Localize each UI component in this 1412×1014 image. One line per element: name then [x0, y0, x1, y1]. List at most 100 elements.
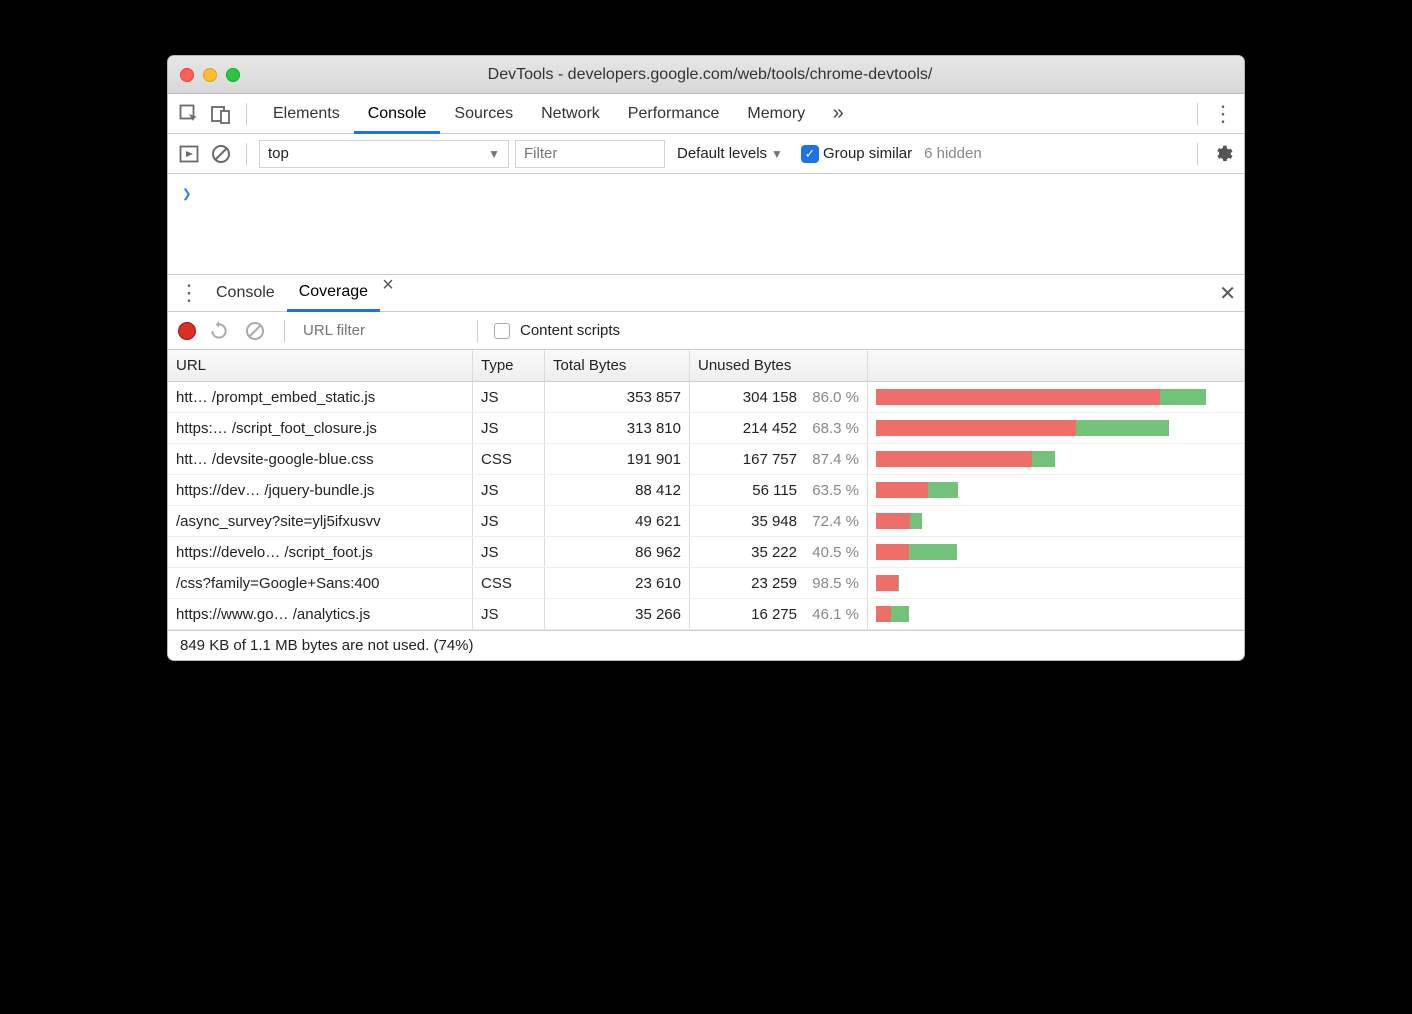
cell-url: /async_survey?site=ylj5ifxusvv — [168, 506, 473, 536]
divider — [1197, 143, 1198, 165]
prompt-icon: ❯ — [182, 184, 192, 203]
divider — [1197, 103, 1198, 125]
cell-url: /css?family=Google+Sans:400 — [168, 568, 473, 598]
content-scripts-checkbox[interactable] — [494, 323, 510, 339]
cell-total: 88 412 — [545, 475, 690, 505]
cell-type: JS — [473, 382, 545, 412]
table-row[interactable]: htt… /prompt_embed_static.jsJS353 857304… — [168, 382, 1244, 413]
reload-icon[interactable] — [206, 318, 232, 344]
coverage-table-header: URL Type Total Bytes Unused Bytes — [168, 350, 1244, 382]
content-scripts-label: Content scripts — [520, 322, 620, 339]
console-filter-input[interactable] — [515, 140, 665, 168]
drawer-tab-coverage[interactable]: Coverage — [287, 274, 380, 312]
clear-console-icon[interactable] — [208, 141, 234, 167]
devtools-window: DevTools - developers.google.com/web/too… — [167, 55, 1245, 661]
tab-console[interactable]: Console — [354, 94, 441, 134]
cell-url: https://dev… /jquery-bundle.js — [168, 475, 473, 505]
cell-total: 191 901 — [545, 444, 690, 474]
close-tab-icon[interactable]: × — [376, 274, 400, 312]
table-row[interactable]: htt… /devsite-google-blue.cssCSS191 9011… — [168, 444, 1244, 475]
table-row[interactable]: https:… /script_foot_closure.jsJS313 810… — [168, 413, 1244, 444]
divider — [246, 143, 247, 165]
column-header-unused[interactable]: Unused Bytes — [690, 350, 868, 381]
checkbox-checked-icon: ✓ — [801, 145, 819, 163]
toggle-device-icon[interactable] — [208, 101, 234, 127]
coverage-summary: 849 KB of 1.1 MB bytes are not used. (74… — [168, 630, 1244, 660]
cell-unused: 167 75787.4 % — [690, 444, 868, 474]
cell-unused: 35 22240.5 % — [690, 537, 868, 567]
cell-unused: 304 15886.0 % — [690, 382, 868, 412]
cell-bar — [868, 599, 1244, 629]
column-header-total[interactable]: Total Bytes — [545, 350, 690, 381]
console-settings-icon[interactable] — [1210, 141, 1236, 167]
cell-total: 35 266 — [545, 599, 690, 629]
divider — [246, 103, 247, 125]
cell-type: JS — [473, 537, 545, 567]
console-toolbar: top ▼ Default levels ▼ ✓ Group similar 6… — [168, 134, 1244, 174]
cell-unused: 214 45268.3 % — [690, 413, 868, 443]
divider — [284, 320, 285, 342]
divider — [477, 320, 478, 342]
cell-url: htt… /prompt_embed_static.js — [168, 382, 473, 412]
tab-network[interactable]: Network — [527, 94, 614, 134]
chevron-down-icon: ▼ — [771, 147, 783, 161]
cell-url: https://www.go… /analytics.js — [168, 599, 473, 629]
more-options-icon[interactable]: ⋮ — [1210, 101, 1236, 127]
coverage-table-body: htt… /prompt_embed_static.jsJS353 857304… — [168, 382, 1244, 630]
clear-coverage-icon[interactable] — [242, 318, 268, 344]
table-row[interactable]: https://develo… /script_foot.jsJS86 9623… — [168, 537, 1244, 568]
tabs-overflow-button[interactable]: » — [825, 101, 851, 127]
group-similar-toggle[interactable]: ✓ Group similar — [795, 145, 918, 163]
cell-url: https://develo… /script_foot.js — [168, 537, 473, 567]
cell-bar — [868, 537, 1244, 567]
tab-memory[interactable]: Memory — [733, 94, 819, 134]
cell-url: https:… /script_foot_closure.js — [168, 413, 473, 443]
hidden-count[interactable]: 6 hidden — [924, 145, 982, 162]
cell-type: JS — [473, 475, 545, 505]
table-row[interactable]: /async_survey?site=ylj5ifxusvvJS49 62135… — [168, 506, 1244, 537]
inspect-element-icon[interactable] — [176, 101, 202, 127]
chevron-down-icon: ▼ — [488, 147, 500, 161]
cell-type: JS — [473, 413, 545, 443]
column-header-url[interactable]: URL — [168, 350, 473, 381]
cell-total: 353 857 — [545, 382, 690, 412]
cell-unused: 35 94872.4 % — [690, 506, 868, 536]
cell-bar — [868, 413, 1244, 443]
log-levels-selector[interactable]: Default levels ▼ — [671, 145, 789, 162]
cell-url: htt… /devsite-google-blue.css — [168, 444, 473, 474]
coverage-toolbar: Content scripts — [168, 312, 1244, 350]
cell-unused: 56 11563.5 % — [690, 475, 868, 505]
cell-bar — [868, 444, 1244, 474]
table-row[interactable]: https://dev… /jquery-bundle.jsJS88 41256… — [168, 475, 1244, 506]
url-filter-input[interactable] — [301, 318, 461, 343]
table-row[interactable]: https://www.go… /analytics.jsJS35 26616 … — [168, 599, 1244, 630]
cell-bar — [868, 568, 1244, 598]
cell-unused: 23 25998.5 % — [690, 568, 868, 598]
tab-sources[interactable]: Sources — [440, 94, 527, 134]
cell-type: JS — [473, 599, 545, 629]
drawer-more-icon[interactable]: ⋮ — [176, 280, 202, 306]
window-title: DevTools - developers.google.com/web/too… — [188, 66, 1232, 84]
column-header-viz[interactable] — [868, 350, 1244, 381]
column-header-type[interactable]: Type — [473, 350, 545, 381]
drawer-tab-strip: ⋮ ConsoleCoverage× ✕ — [168, 274, 1244, 312]
context-label: top — [268, 145, 289, 162]
cell-total: 313 810 — [545, 413, 690, 443]
drawer-tab-console[interactable]: Console — [204, 274, 287, 312]
close-drawer-button[interactable]: ✕ — [1219, 281, 1236, 306]
titlebar: DevTools - developers.google.com/web/too… — [168, 56, 1244, 94]
tab-performance[interactable]: Performance — [614, 94, 734, 134]
tab-elements[interactable]: Elements — [259, 94, 354, 134]
execution-mode-icon[interactable] — [176, 141, 202, 167]
cell-unused: 16 27546.1 % — [690, 599, 868, 629]
cell-type: CSS — [473, 568, 545, 598]
cell-bar — [868, 506, 1244, 536]
cell-bar — [868, 382, 1244, 412]
cell-bar — [868, 475, 1244, 505]
context-selector[interactable]: top ▼ — [259, 140, 509, 168]
table-row[interactable]: /css?family=Google+Sans:400CSS23 61023 2… — [168, 568, 1244, 599]
record-button[interactable] — [178, 322, 196, 340]
console-input-area[interactable]: ❯ — [168, 174, 1244, 274]
main-tab-strip: ElementsConsoleSourcesNetworkPerformance… — [168, 94, 1244, 134]
cell-type: CSS — [473, 444, 545, 474]
